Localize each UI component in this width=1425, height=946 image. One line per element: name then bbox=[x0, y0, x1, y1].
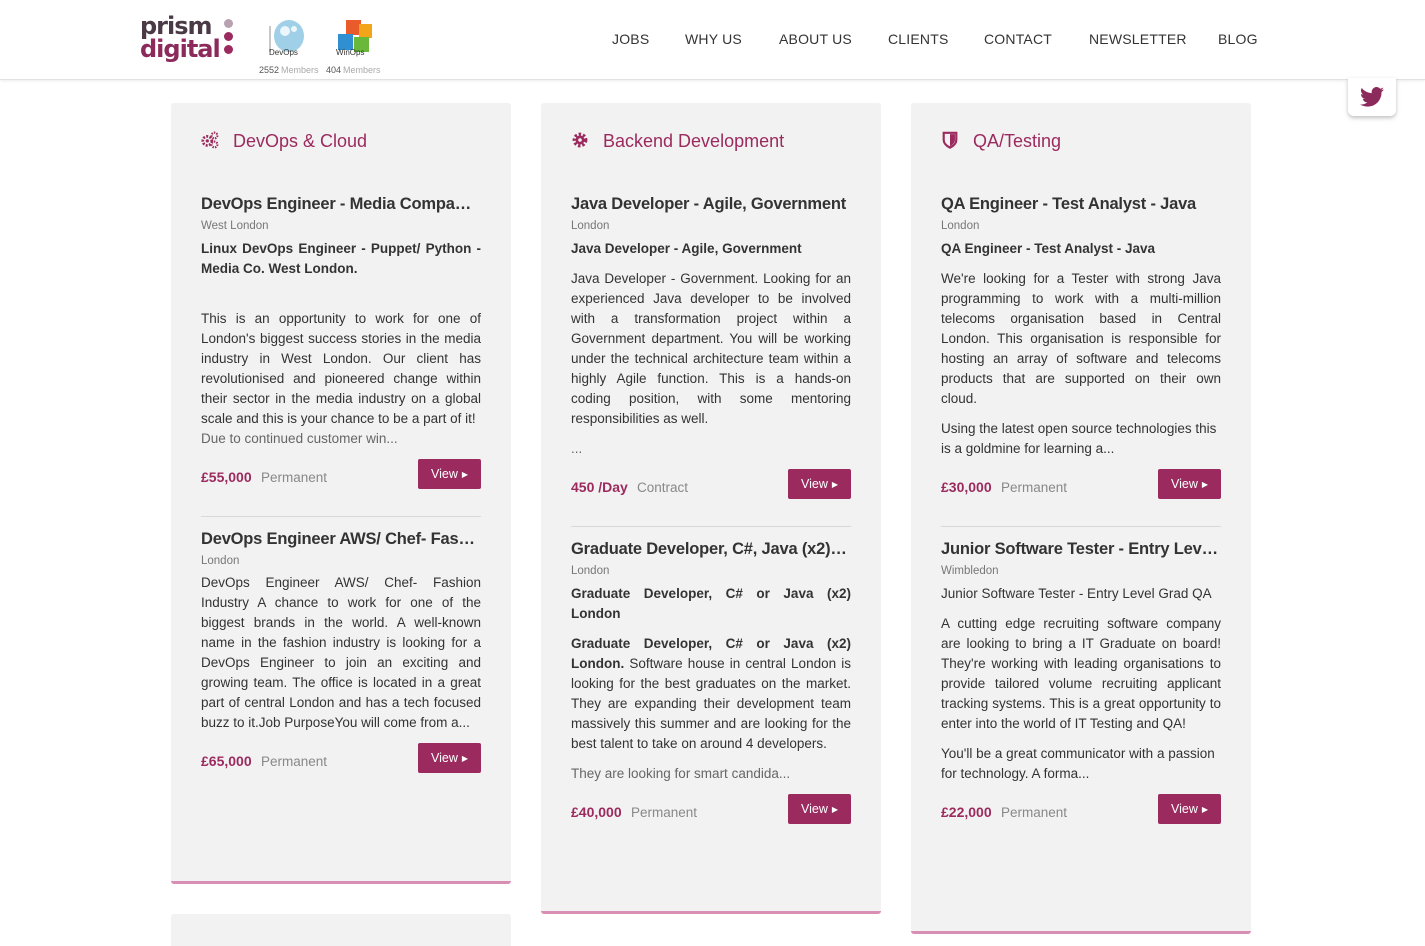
job-subtitle: QA Engineer - Test Analyst - Java bbox=[941, 241, 1156, 256]
job-listing: Graduate Developer, C#, Java (x2) London… bbox=[571, 540, 851, 844]
job-subtitle: Java Developer - Agile, Government bbox=[571, 241, 802, 256]
job-footer: £65,000 Permanent View ▶ bbox=[201, 743, 481, 793]
job-description: We're looking for a Tester with strong J… bbox=[941, 271, 1221, 406]
category-title[interactable]: DevOps & Cloud bbox=[201, 131, 367, 152]
twitter-button[interactable] bbox=[1348, 78, 1396, 116]
site-header: prism digital DevOps 2552 Members WinOps … bbox=[0, 0, 1425, 80]
category-card-devops-cloud: DevOps & Cloud DevOps Engineer - Media C… bbox=[171, 103, 511, 884]
job-divider bbox=[571, 526, 851, 527]
job-divider bbox=[201, 516, 481, 517]
job-description: DevOps Engineer AWS/ Chef- Fashion Indus… bbox=[201, 575, 481, 730]
winops-member-count: 404 Members bbox=[326, 65, 381, 75]
job-subtitle: Graduate Developer, C# or Java (x2) Lond… bbox=[571, 586, 851, 621]
job-type: Permanent bbox=[261, 470, 328, 485]
job-title[interactable]: Graduate Developer, C#, Java (x2) London bbox=[571, 540, 851, 559]
job-location: Wimbledon bbox=[941, 565, 999, 577]
caret-right-icon: ▶ bbox=[1201, 480, 1209, 489]
job-footer: £30,000 Permanent View ▶ bbox=[941, 469, 1221, 519]
job-type: Contract bbox=[637, 480, 689, 495]
job-description-more: You'll be a great communicator with a pa… bbox=[941, 746, 1215, 781]
caret-right-icon: ▶ bbox=[461, 470, 469, 479]
logo-word-digital: digital bbox=[140, 35, 221, 63]
gear-icon bbox=[572, 132, 588, 148]
winops-community-badge[interactable]: WinOps 404 Members bbox=[326, 18, 386, 76]
job-location: London bbox=[571, 565, 610, 577]
job-title[interactable]: DevOps Engineer AWS/ Chef- Fashion Indus… bbox=[201, 530, 481, 549]
job-footer: £22,000 Permanent View ▶ bbox=[941, 794, 1221, 844]
job-type: Permanent bbox=[1001, 480, 1068, 495]
job-description-more: Due to continued customer win... bbox=[201, 431, 398, 446]
job-salary: £65,000 bbox=[201, 753, 252, 769]
job-description: A cutting edge recruiting software compa… bbox=[941, 616, 1221, 731]
caret-right-icon: ▶ bbox=[1201, 805, 1209, 814]
job-salary: £55,000 bbox=[201, 469, 252, 485]
job-listing: Junior Software Tester - Entry Level Gra… bbox=[941, 540, 1221, 844]
nav-jobs[interactable]: JOBS bbox=[612, 31, 649, 47]
devops-community-name: DevOps bbox=[269, 48, 298, 57]
view-job-button[interactable]: View ▶ bbox=[1158, 794, 1221, 824]
job-type: Permanent bbox=[1001, 805, 1068, 820]
view-job-button[interactable]: View ▶ bbox=[788, 469, 851, 499]
job-description: Java Developer - Government. Looking for… bbox=[571, 271, 851, 426]
job-title[interactable]: DevOps Engineer - Media Company, West Lo… bbox=[201, 195, 481, 214]
job-listing: DevOps Engineer - Media Company, West Lo… bbox=[201, 195, 481, 509]
job-title[interactable]: QA Engineer - Test Analyst - Java bbox=[941, 195, 1221, 214]
job-title[interactable]: Junior Software Tester - Entry Level Gra… bbox=[941, 540, 1221, 559]
job-footer: 450 /Day Contract View ▶ bbox=[571, 469, 851, 519]
job-salary: £30,000 bbox=[941, 479, 992, 495]
twitter-icon bbox=[1360, 87, 1384, 107]
category-card-qa-testing: QA/Testing QA Engineer - Test Analyst - … bbox=[911, 103, 1251, 934]
job-description-more: Using the latest open source technologie… bbox=[941, 421, 1217, 456]
job-description: This is an opportunity to work for one o… bbox=[201, 311, 481, 426]
category-title[interactable]: QA/Testing bbox=[941, 131, 1061, 152]
job-subtitle: Linux DevOps Engineer - Puppet/ Python -… bbox=[201, 241, 481, 276]
job-type: Permanent bbox=[261, 754, 328, 769]
caret-right-icon: ▶ bbox=[831, 480, 839, 489]
category-card-backend-development: Backend Development Java Developer - Agi… bbox=[541, 103, 881, 914]
winops-community-name: WinOps bbox=[336, 48, 365, 57]
devops-community-badge[interactable]: DevOps 2552 Members bbox=[259, 18, 319, 76]
job-salary: £40,000 bbox=[571, 804, 622, 820]
view-job-button[interactable]: View ▶ bbox=[788, 794, 851, 824]
nav-why-us[interactable]: WHY US bbox=[685, 31, 742, 47]
job-location: West London bbox=[201, 220, 269, 232]
nav-newsletter[interactable]: NEWSLETTER bbox=[1089, 31, 1187, 47]
job-salary: 450 /Day bbox=[571, 479, 628, 495]
view-job-button[interactable]: View ▶ bbox=[418, 743, 481, 773]
job-listing: DevOps Engineer AWS/ Chef- Fashion Indus… bbox=[201, 530, 481, 793]
category-card-partial bbox=[171, 914, 511, 946]
shield-icon bbox=[942, 131, 958, 149]
job-salary: £22,000 bbox=[941, 804, 992, 820]
job-footer: £40,000 Permanent View ▶ bbox=[571, 794, 851, 844]
prism-digital-logo[interactable]: prism digital bbox=[140, 14, 236, 66]
nav-clients[interactable]: CLIENTS bbox=[888, 31, 949, 47]
logo-dots bbox=[224, 19, 234, 58]
view-job-button[interactable]: View ▶ bbox=[418, 459, 481, 489]
nav-blog[interactable]: BLOG bbox=[1218, 31, 1258, 47]
nav-contact[interactable]: CONTACT bbox=[984, 31, 1052, 47]
caret-right-icon: ▶ bbox=[831, 805, 839, 814]
job-location: London bbox=[571, 220, 610, 232]
job-description-more: ... bbox=[571, 441, 583, 456]
job-subtitle: Junior Software Tester - Entry Level Gra… bbox=[941, 586, 1212, 601]
job-divider bbox=[941, 526, 1221, 527]
job-location: London bbox=[201, 555, 240, 567]
job-description-more: They are looking for smart candida... bbox=[571, 766, 791, 781]
job-title[interactable]: Java Developer - Agile, Government bbox=[571, 195, 851, 214]
view-job-button[interactable]: View ▶ bbox=[1158, 469, 1221, 499]
caret-right-icon: ▶ bbox=[461, 754, 469, 763]
job-footer: £55,000 Permanent View ▶ bbox=[201, 459, 481, 509]
job-type: Permanent bbox=[631, 805, 698, 820]
job-location: London bbox=[941, 220, 980, 232]
gears-icon bbox=[201, 131, 219, 149]
job-listing: QA Engineer - Test Analyst - Java London… bbox=[941, 195, 1221, 519]
job-description: Graduate Developer, C# or Java (x2) Lond… bbox=[571, 636, 851, 751]
nav-about-us[interactable]: ABOUT US bbox=[779, 31, 852, 47]
job-listing: Java Developer - Agile, Government Londo… bbox=[571, 195, 851, 519]
category-title[interactable]: Backend Development bbox=[571, 131, 784, 152]
